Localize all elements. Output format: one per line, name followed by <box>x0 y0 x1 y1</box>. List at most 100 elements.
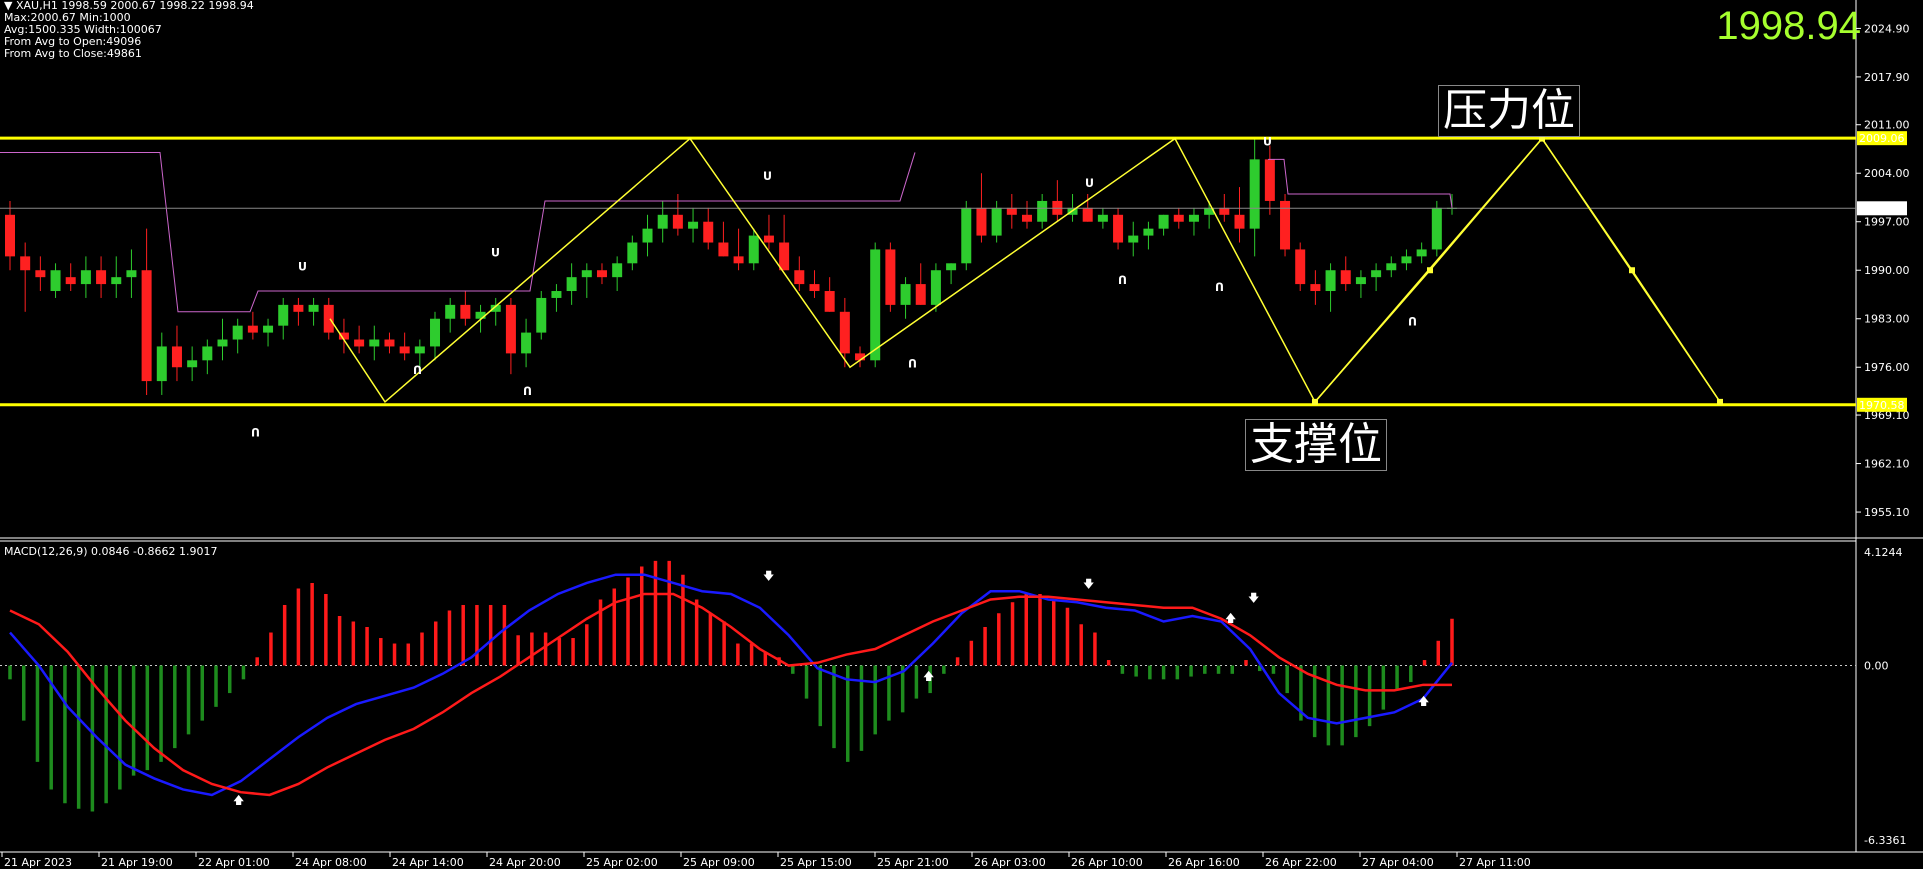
bull-candle <box>688 221 699 229</box>
bull-candle <box>50 270 61 292</box>
fractal-up-arrow: ᑎ <box>1118 274 1127 287</box>
fractal-down-arrow: ᑌ <box>491 246 500 259</box>
bull-candle <box>1037 200 1048 222</box>
bear-candle <box>1113 214 1124 243</box>
fractal-up-arrow: ᑎ <box>1215 281 1224 294</box>
fractal-up-arrow: ᑎ <box>413 364 422 377</box>
bear-candle <box>460 304 471 319</box>
price-tick-label: 1983.00 <box>1864 313 1910 326</box>
bull-candle <box>1325 270 1336 292</box>
bull-candle <box>430 318 441 347</box>
fractal-down-arrow: ᑌ <box>1263 136 1272 149</box>
bull-candle <box>111 277 122 285</box>
price-tick-label: 1955.10 <box>1864 506 1910 519</box>
bull-candle <box>414 346 425 354</box>
zigzag-node <box>1629 267 1635 274</box>
time-tick-label: 26 Apr 16:00 <box>1168 856 1240 869</box>
bear-candle <box>323 304 334 333</box>
macd-tick-label: -6.3361 <box>1864 834 1906 847</box>
bear-candle <box>293 304 304 312</box>
time-tick-label: 22 Apr 01:00 <box>198 856 270 869</box>
fractal-up-arrow: ᑎ <box>1408 316 1417 329</box>
time-tick-label: 27 Apr 11:00 <box>1459 856 1531 869</box>
bull-candle <box>900 284 911 305</box>
price-tick-label: 1976.00 <box>1864 361 1910 374</box>
bull-candle <box>1355 277 1366 285</box>
price-tick-label: 2017.90 <box>1864 71 1910 84</box>
bull-candle <box>657 214 668 229</box>
zigzag-node <box>1717 398 1723 405</box>
bear-candle <box>247 325 258 333</box>
macd-sell-arrow: 🡇 <box>763 569 774 582</box>
bear-candle <box>794 270 805 285</box>
macd-buy-arrow: 🡅 <box>233 793 244 806</box>
bull-candle <box>1416 249 1427 257</box>
bear-candle <box>1173 214 1184 222</box>
bull-candle <box>475 311 486 319</box>
bull-candle <box>612 263 623 278</box>
bear-candle <box>1006 207 1017 215</box>
bull-candle <box>263 325 274 333</box>
bull-candle <box>1371 270 1382 278</box>
macd-buy-arrow: 🡅 <box>923 670 934 683</box>
bear-candle <box>171 346 182 368</box>
stats-line-avg-close: From Avg to Close:49861 <box>4 47 142 60</box>
bear-candle <box>1310 284 1321 292</box>
bear-candle <box>596 270 607 278</box>
bear-candle <box>1234 214 1245 229</box>
bear-candle <box>1340 270 1351 285</box>
bear-candle <box>20 256 31 271</box>
bull-candle <box>961 207 972 264</box>
bear-candle <box>1021 214 1032 222</box>
time-tick-label: 24 Apr 08:00 <box>295 856 367 869</box>
bull-candle <box>202 346 213 361</box>
bull-candle <box>1401 256 1412 264</box>
macd-buy-arrow: 🡅 <box>1418 694 1429 707</box>
bull-candle <box>1386 263 1397 271</box>
bull-candle <box>1097 214 1108 222</box>
bull-candle <box>946 263 957 271</box>
zigzag-node <box>1312 398 1318 405</box>
bear-candle <box>5 214 15 257</box>
bull-candle <box>308 304 319 312</box>
price-tick-label: 1990.00 <box>1864 264 1910 277</box>
time-tick-label: 21 Apr 2023 <box>4 856 72 869</box>
chart-info-panel: ▼ XAU,H1 1998.59 2000.67 1998.22 1998.94… <box>4 0 254 60</box>
resistance-level-label: 2009.06 <box>1859 132 1905 145</box>
bear-candle <box>718 242 729 257</box>
bear-candle <box>976 207 987 236</box>
time-tick-label: 25 Apr 02:00 <box>586 856 658 869</box>
bull-candle <box>642 228 653 243</box>
bear-candle <box>763 235 774 243</box>
zigzag-line <box>329 137 1721 404</box>
bull-candle <box>278 304 289 326</box>
bear-candle <box>824 291 835 312</box>
time-tick-label: 26 Apr 03:00 <box>974 856 1046 869</box>
bull-candle <box>445 304 456 319</box>
macd-tick-label: 0.00 <box>1864 660 1889 673</box>
bull-candle <box>1143 228 1154 236</box>
macd-values: 0.0846 -0.8662 1.9017 <box>91 545 218 558</box>
fractal-down-arrow: ᑌ <box>1085 177 1094 190</box>
bear-candle <box>809 284 820 292</box>
macd-title: MACD(12,26,9) <box>4 545 88 558</box>
current-price-display: 1998.94 <box>1716 4 1861 48</box>
time-tick-label: 24 Apr 14:00 <box>392 856 464 869</box>
bear-candle <box>399 346 410 354</box>
price-tick-label: 2004.00 <box>1864 167 1910 180</box>
bull-candle <box>1249 159 1260 229</box>
time-tick-label: 26 Apr 10:00 <box>1071 856 1143 869</box>
bear-candle <box>35 270 46 278</box>
bull-candle <box>521 332 532 354</box>
macd-info-label: MACD(12,26,9) 0.0846 -0.8662 1.9017 <box>4 545 217 558</box>
price-tick-label: 2024.90 <box>1864 22 1910 35</box>
bear-candle <box>505 304 516 354</box>
resistance-annotation: 压力位 <box>1438 85 1580 137</box>
bear-candle <box>779 242 790 271</box>
macd-sell-arrow: 🡇 <box>1248 591 1259 604</box>
bear-candle <box>354 339 365 347</box>
fractal-up-arrow: ᑎ <box>251 427 260 440</box>
current-price-tag-label: 1998.94 <box>1859 202 1905 215</box>
time-tick-label: 25 Apr 15:00 <box>780 856 852 869</box>
bull-candle <box>1188 214 1199 222</box>
